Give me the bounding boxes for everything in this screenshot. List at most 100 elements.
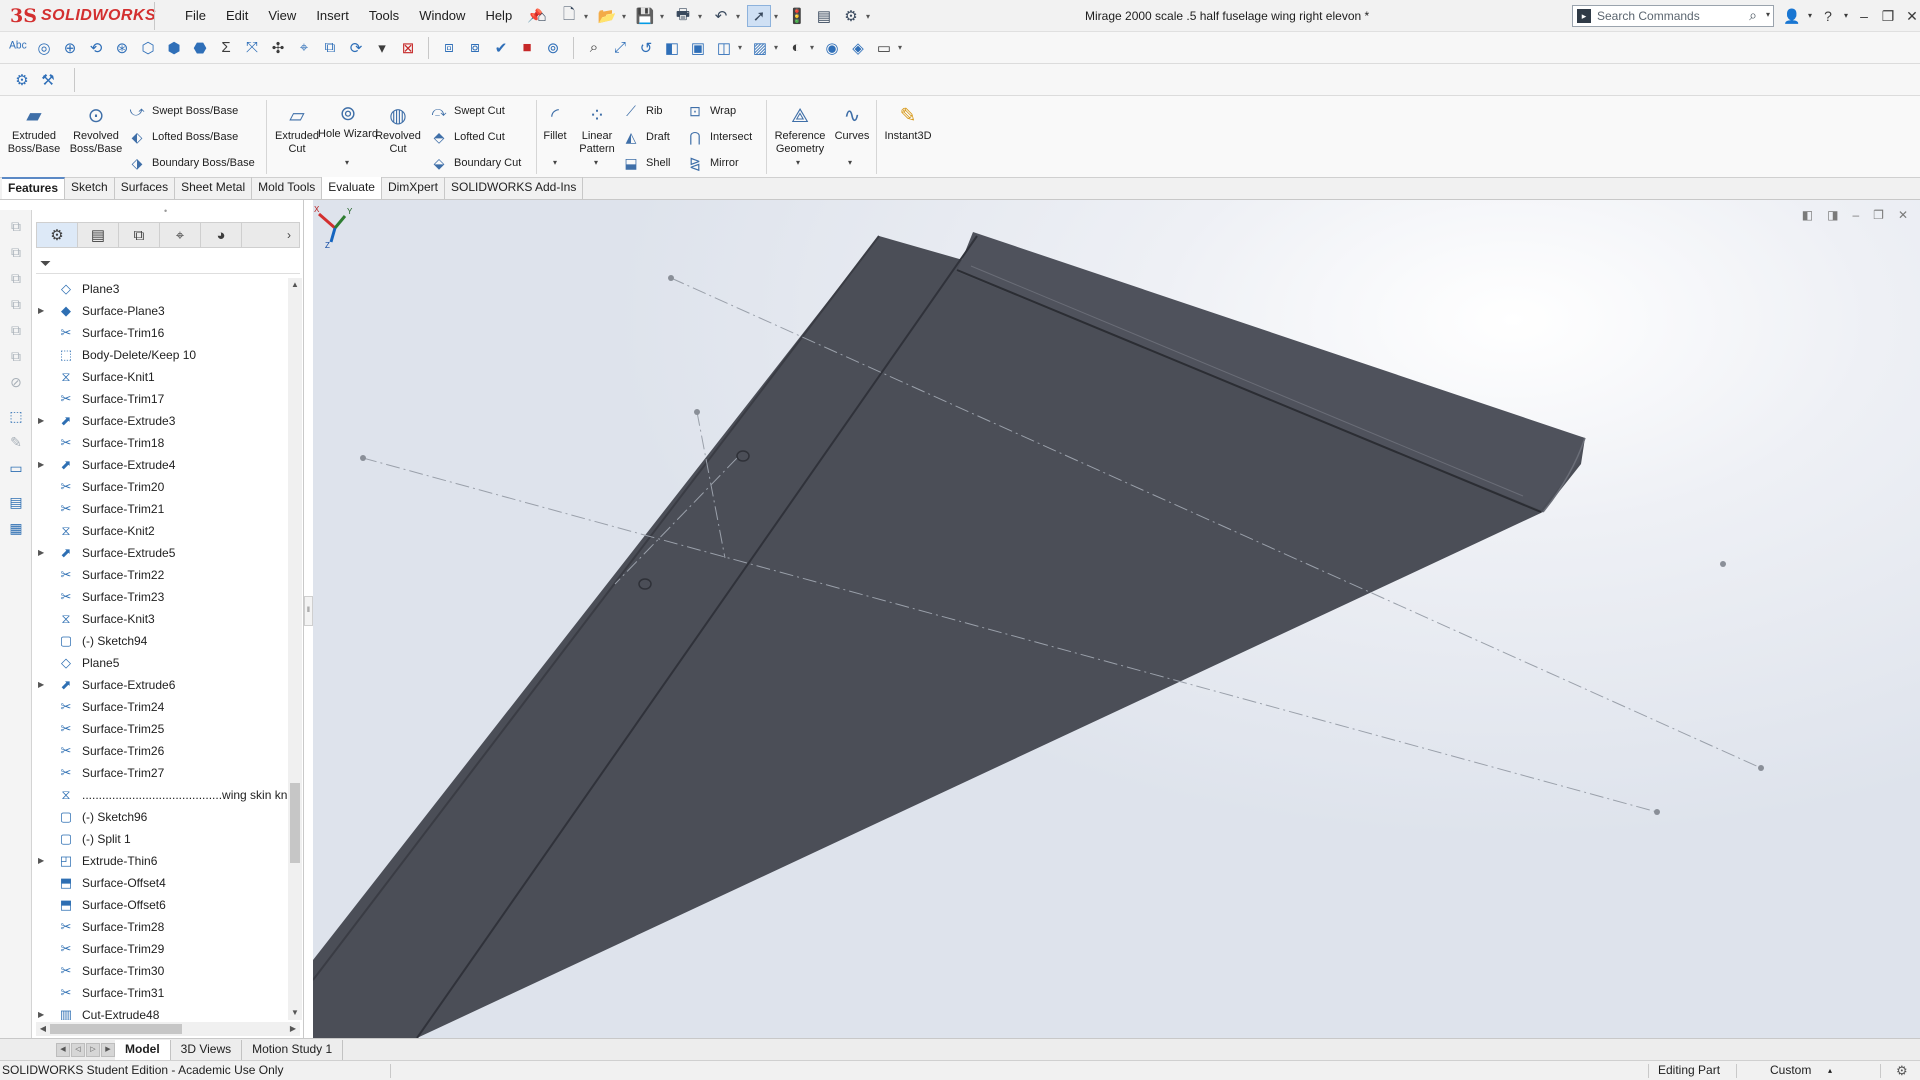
tree-item[interactable]: ▢ (-) Split 1 (32, 828, 288, 850)
tree-item[interactable]: ◇ Plane3 (32, 278, 288, 300)
scroll-right-icon[interactable]: ▶ (286, 1022, 300, 1036)
expand-arrow-icon[interactable]: ▶ (38, 850, 48, 872)
tile-left-icon[interactable]: ◧ (1802, 208, 1813, 222)
tree-item[interactable]: ✂ Surface-Trim17 (32, 388, 288, 410)
mirror-button[interactable]: ⧎ Mirror (686, 152, 739, 174)
traffic-light-icon[interactable]: 🚦 (785, 5, 809, 27)
strip-stack-icon[interactable]: ⧉ (6, 294, 26, 314)
scroll-up-icon[interactable]: ▲ (288, 278, 302, 292)
strip-layers-icon[interactable]: ⧉ (6, 268, 26, 288)
tab-sheet-metal[interactable]: Sheet Metal (175, 177, 253, 199)
next-tab-icon[interactable]: ▷ (86, 1042, 100, 1057)
strip-select-icon[interactable]: ⬚ (6, 406, 26, 426)
save-icon[interactable]: 💾 (633, 5, 657, 27)
close-icon[interactable]: ✕ (1900, 0, 1920, 32)
display-style-dropdown-icon[interactable]: ▾ (774, 43, 782, 52)
tree-item[interactable]: ✂ Surface-Trim31 (32, 982, 288, 1004)
strip-copy-icon[interactable]: ⧉ (6, 216, 26, 236)
tree-item[interactable]: ⧖.......................................… (32, 784, 288, 806)
tree-vertical-scrollbar[interactable]: ▲ ▼ (288, 278, 302, 1020)
curves-button[interactable]: ∿ Curves (822, 104, 882, 143)
compare-documents-icon[interactable]: ⧇ (463, 36, 487, 60)
print-dropdown-icon[interactable]: ▾ (698, 12, 706, 21)
user-dropdown-icon[interactable]: ▾ (1804, 0, 1816, 32)
tree-item[interactable]: ✂ Surface-Trim21 (32, 498, 288, 520)
viewport-close-icon[interactable]: ✕ (1898, 208, 1908, 222)
unit-system-dropdown-icon[interactable]: ▴ (1828, 1061, 1832, 1080)
panel-collapse-handle[interactable]: ‖ (304, 596, 313, 626)
view-orientation-dropdown-icon[interactable]: ▾ (738, 43, 746, 52)
hide-show-items-icon[interactable]: ◐ (784, 36, 808, 60)
tree-item[interactable]: ✂ Surface-Trim25 (32, 718, 288, 740)
zebra-stripes-icon[interactable]: ⟳ (344, 36, 368, 60)
strip-search-icon[interactable]: ⊘ (6, 372, 26, 392)
wrap-button[interactable]: ⊡ Wrap (686, 100, 736, 122)
lofted-boss-button[interactable]: ⬖ Lofted Boss/Base (128, 126, 239, 148)
strip-paste-icon[interactable]: ⧉ (6, 242, 26, 262)
instant3d-button[interactable]: ✎ Instant3D (877, 104, 939, 143)
tree-item[interactable]: ▢ (-) Sketch96 (32, 806, 288, 828)
tile-right-icon[interactable]: ◨ (1827, 208, 1838, 222)
tree-item[interactable]: ⧖ Surface-Knit3 (32, 608, 288, 630)
previous-view-icon[interactable]: ↺ (634, 36, 658, 60)
options-gear-icon[interactable]: ⚙ (839, 5, 863, 27)
construction-point[interactable] (694, 409, 700, 415)
costing-icon[interactable]: ⊚ (541, 36, 565, 60)
tree-item[interactable]: ✂ Surface-Trim24 (32, 696, 288, 718)
zoom-to-fit-icon[interactable]: ⌕ (582, 36, 606, 60)
menu-view[interactable]: View (259, 0, 305, 32)
last-tab-icon[interactable]: ▶ (101, 1042, 115, 1057)
geometry-analysis-icon[interactable]: ⬡ (136, 36, 160, 60)
linear-pattern-dropdown-icon[interactable]: ▾ (594, 158, 598, 167)
edit-appearance-icon[interactable]: ◉ (820, 36, 844, 60)
undercut-analysis-icon[interactable]: ⌖ (292, 36, 316, 60)
tree-item[interactable]: ⬒ Surface-Offset4 (32, 872, 288, 894)
search-icon[interactable]: ⌕ (1749, 7, 1757, 24)
save-dropdown-icon[interactable]: ▾ (660, 12, 668, 21)
user-account-icon[interactable]: 👤 (1780, 0, 1804, 32)
construction-point[interactable] (1720, 561, 1726, 567)
print-icon[interactable]: 🖶 (671, 5, 695, 27)
view-settings-dropdown-icon[interactable]: ▾ (898, 43, 906, 52)
help-dropdown-icon[interactable]: ▾ (1840, 0, 1852, 32)
tab-evaluate[interactable]: Evaluate (322, 177, 382, 199)
tree-item[interactable]: ✂ Surface-Trim18 (32, 432, 288, 454)
strip-group-icon[interactable]: ⧉ (6, 320, 26, 340)
home-icon[interactable]: ⌂ (530, 5, 554, 27)
tree-item[interactable]: ✂ Surface-Trim28 (32, 916, 288, 938)
reference-geometry-dropdown-icon[interactable]: ▾ (796, 158, 800, 167)
dimxpertmanager-tab-icon[interactable]: ⌖ (160, 223, 201, 247)
tab-addins[interactable]: SOLIDWORKS Add-Ins (445, 177, 584, 199)
deviation-analysis-icon[interactable]: ⬣ (188, 36, 212, 60)
zoom-to-area-icon[interactable]: ⤢ (608, 36, 632, 60)
draft-analysis-icon[interactable]: ⤧ (240, 36, 264, 60)
menu-file[interactable]: File (176, 0, 215, 32)
tab-motion-study[interactable]: Motion Study 1 (242, 1039, 344, 1060)
tree-item[interactable]: ⬚ Body-Delete/Keep 10 (32, 344, 288, 366)
strip-library-icon[interactable]: ▤ (6, 492, 26, 512)
tree-item[interactable]: ▶ ⬈ Surface-Extrude3 (32, 410, 288, 432)
tree-item[interactable]: ✂ Surface-Trim26 (32, 740, 288, 762)
design-checker-icon[interactable]: ■ (515, 36, 539, 60)
menu-window[interactable]: Window (410, 0, 474, 32)
hscroll-thumb[interactable] (50, 1024, 182, 1034)
fillet-dropdown-icon[interactable]: ▾ (553, 158, 557, 167)
tree-item[interactable]: ⬒ Surface-Offset6 (32, 894, 288, 916)
draft-button[interactable]: ◭ Draft (622, 126, 670, 148)
first-tab-icon[interactable]: ◀ (56, 1042, 70, 1057)
hide-show-dropdown-icon[interactable]: ▾ (810, 43, 818, 52)
wing-model-view[interactable] (313, 200, 1920, 1038)
options-dropdown-icon[interactable]: ▾ (866, 12, 874, 21)
strip-edit-icon[interactable]: ✎ (6, 432, 26, 452)
filter-funnel-icon[interactable]: ⏷ (40, 255, 51, 271)
mass-properties-icon[interactable]: ⊕ (58, 36, 82, 60)
select-dropdown-icon[interactable]: ▾ (774, 12, 782, 21)
expand-arrow-icon[interactable]: ▶ (38, 300, 48, 322)
tree-item[interactable]: ✂ Surface-Trim27 (32, 762, 288, 784)
help-icon[interactable]: ? (1816, 0, 1840, 32)
viewport-minimize-icon[interactable]: – (1852, 208, 1859, 222)
dynamic-annotation-icon[interactable]: ▣ (686, 36, 710, 60)
revolved-boss-button[interactable]: ⊙ Revolved Boss/Base (66, 104, 126, 156)
revolved-cut-button[interactable]: ◍ Revolved Cut (368, 104, 428, 156)
prev-tab-icon[interactable]: ◁ (71, 1042, 85, 1057)
